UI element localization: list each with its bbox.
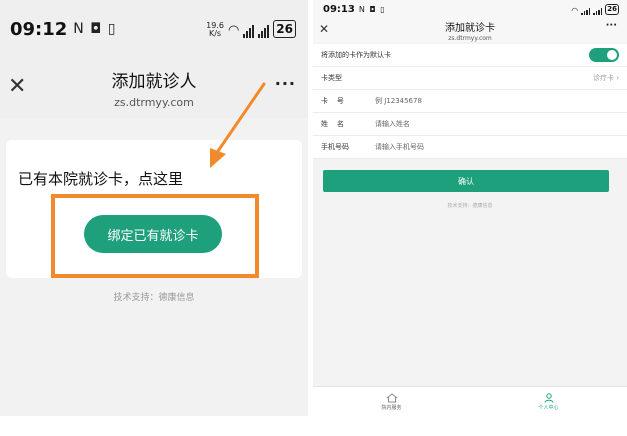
tab-hospital-services[interactable]: 院内服务 [313, 387, 470, 416]
page-domain: zs.dtrmyy.com [448, 34, 492, 42]
more-icon[interactable]: ··· [606, 20, 617, 31]
tab-personal-center[interactable]: 个人中心 [470, 387, 627, 416]
close-icon[interactable]: ✕ [319, 22, 329, 36]
card-number-row: 卡 号 例 J12345678 [313, 90, 627, 113]
phone-row: 手机号码 请输入手机号码 [313, 136, 627, 159]
card-type-value: 诊疗卡 › [592, 74, 619, 82]
right-screenshot: 09:13 N ◘ ▯ ◠ 26 ✕ 添加就诊卡 zs.dtrmyy.com ·… [313, 0, 627, 416]
card-type-row[interactable]: 卡类型 诊疗卡 › [313, 67, 627, 90]
signal-icon [243, 25, 255, 38]
card-form: 将添加的卡作为默认卡 卡类型 诊疗卡 › 卡 号 例 J12345678 姓 名… [313, 44, 627, 159]
default-card-label: 将添加的卡作为默认卡 [321, 51, 391, 59]
name-label: 姓 名 [321, 120, 344, 128]
status-right: 19.6 K/s ◠ 26 [206, 20, 296, 38]
battery-icon: 26 [273, 20, 296, 38]
name-input[interactable]: 请输入姓名 [375, 119, 410, 129]
signal-icon-2 [258, 25, 270, 38]
page-title: 添加就诊卡 [445, 22, 495, 34]
status-bar: 09:12 N ◘ ▯ 19.6 K/s ◠ 26 [0, 0, 308, 58]
confirm-button[interactable]: 确认 [323, 170, 609, 192]
network-speed: 19.6 K/s [206, 22, 224, 38]
signal-icon [581, 7, 591, 15]
highlight-box [51, 194, 259, 278]
status-bar: 09:13 N ◘ ▯ ◠ 26 [313, 0, 627, 18]
wifi-icon: ◠ [571, 5, 579, 15]
notification-icons: N ◘ ▯ [358, 4, 386, 14]
phone-label: 手机号码 [321, 143, 349, 151]
network-speed-unit: K/s [208, 29, 222, 38]
page-header: ✕ 添加就诊卡 zs.dtrmyy.com ··· [313, 18, 627, 42]
bottom-tabbar: 院内服务 个人中心 [313, 386, 627, 416]
tech-support-footer: 技术支持：德康信息 [113, 293, 195, 303]
default-card-toggle[interactable] [589, 48, 619, 62]
person-icon [544, 393, 553, 403]
battery-icon: 26 [605, 3, 619, 15]
signal-icon-2 [593, 7, 603, 15]
existing-card-prompt: 已有本院就诊卡，点这里 [18, 170, 184, 188]
name-row: 姓 名 请输入姓名 [313, 113, 627, 136]
phone-input[interactable]: 请输入手机号码 [375, 142, 424, 152]
wifi-icon: ◠ [227, 23, 240, 38]
close-icon[interactable]: ✕ [8, 74, 26, 99]
home-icon [386, 393, 397, 403]
status-right: ◠ 26 [571, 3, 619, 15]
card-type-label: 卡类型 [321, 74, 342, 82]
tab-label: 院内服务 [381, 405, 402, 411]
status-time: 09:12 [10, 18, 68, 40]
tab-label: 个人中心 [538, 405, 559, 411]
left-screenshot: 09:12 N ◘ ▯ 19.6 K/s ◠ 26 ✕ 添加就诊人 zs.dtr… [0, 0, 308, 416]
arrow-annotation [210, 82, 266, 168]
card-number-label: 卡 号 [321, 97, 344, 105]
default-card-row: 将添加的卡作为默认卡 [313, 44, 627, 67]
card-number-input[interactable]: 例 J12345678 [375, 96, 422, 106]
tech-support-footer: 技术支持：德康信息 [447, 203, 493, 209]
notification-icons: N ◘ ▯ [73, 21, 117, 37]
status-time: 09:13 [323, 3, 355, 15]
